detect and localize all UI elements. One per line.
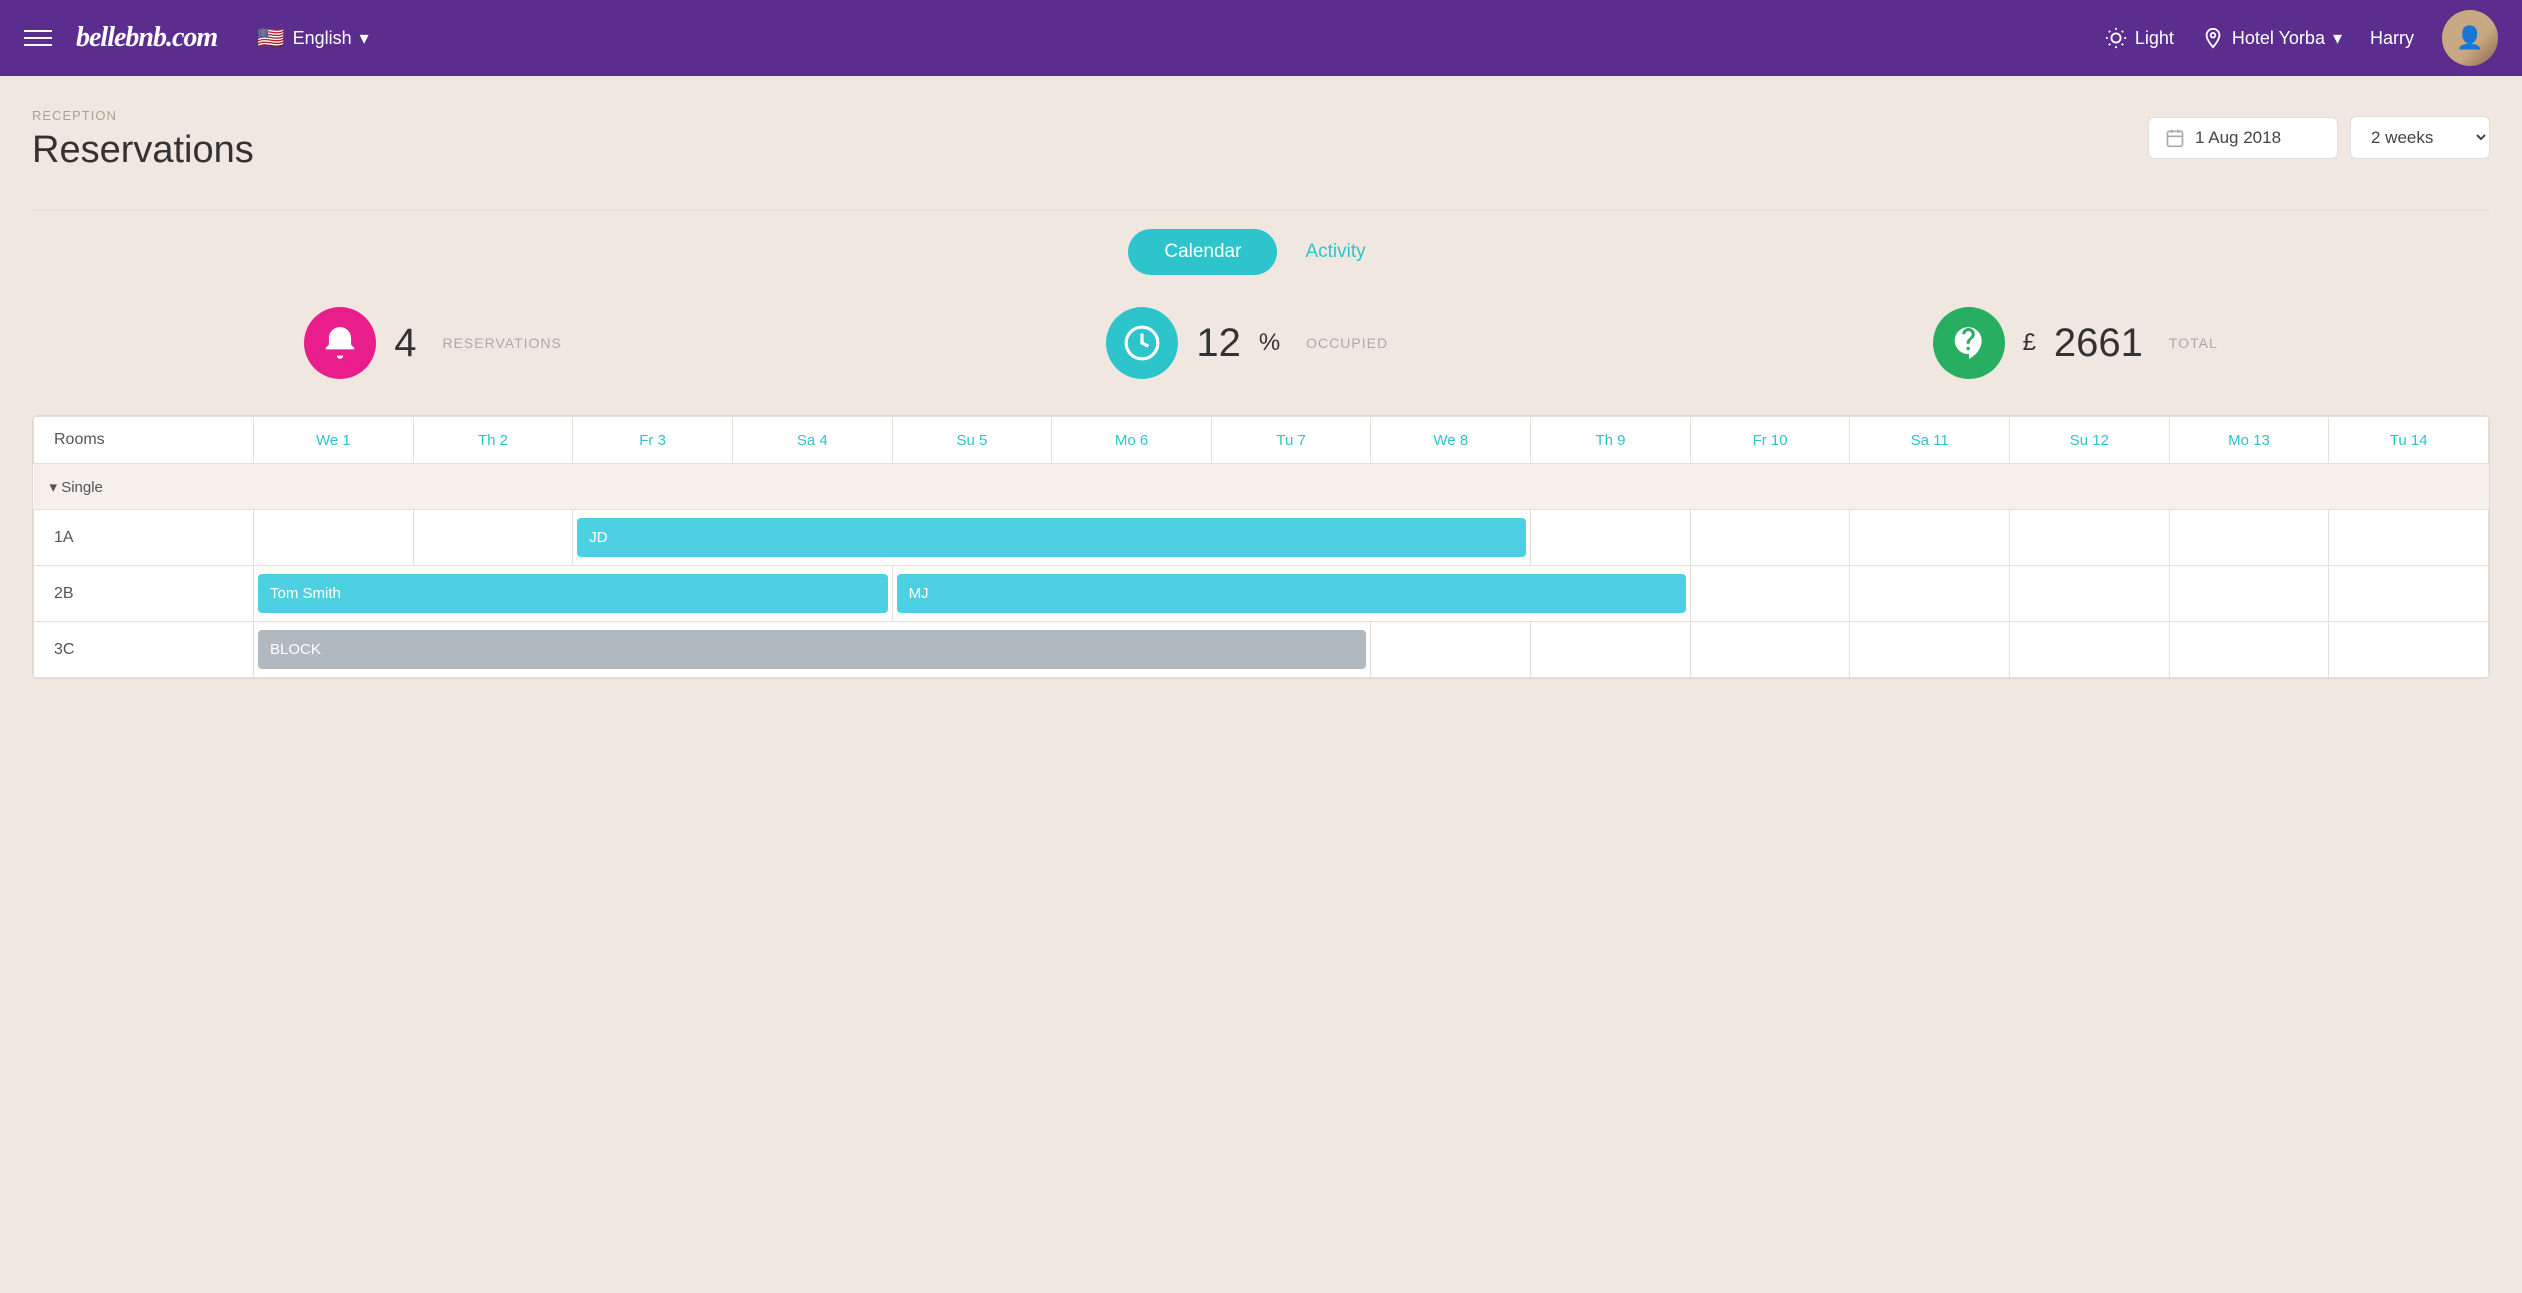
header: bellebnb.com 🇺🇸 English ▾ Light Hotel Yo… bbox=[0, 0, 2522, 76]
cell-1a-10[interactable] bbox=[1850, 510, 2010, 566]
room-name-1a: 1A bbox=[34, 510, 254, 566]
occupied-unit: % bbox=[1259, 329, 1280, 357]
tab-calendar[interactable]: Calendar bbox=[1128, 229, 1277, 275]
total-value: 2661 bbox=[2054, 321, 2143, 366]
reservations-icon bbox=[304, 307, 376, 379]
cell-1a-12[interactable] bbox=[2169, 510, 2329, 566]
calendar-table: Rooms We 1 Th 2 Fr 3 Sa 4 Su 5 Mo 6 Tu 7… bbox=[32, 415, 2490, 679]
day-header-6: Tu 7 bbox=[1211, 417, 1371, 464]
day-header-11: Su 12 bbox=[2010, 417, 2170, 464]
user-name: Harry bbox=[2370, 28, 2414, 49]
theme-label: Light bbox=[2135, 28, 2174, 49]
tabs-row: Calendar Activity bbox=[32, 229, 2490, 275]
cell-3c-9[interactable] bbox=[1690, 622, 1850, 678]
cell-3c-13[interactable] bbox=[2329, 622, 2489, 678]
group-single: ▾ Single bbox=[34, 464, 2489, 510]
reservations-label: RESERVATIONS bbox=[442, 335, 561, 351]
theme-toggle[interactable]: Light bbox=[2105, 27, 2174, 49]
day-header-0: We 1 bbox=[254, 417, 414, 464]
flag-icon: 🇺🇸 bbox=[257, 25, 284, 51]
cell-1a-11[interactable] bbox=[2010, 510, 2170, 566]
cell-3c-8[interactable] bbox=[1531, 622, 1691, 678]
stat-total: £ 2661 TOTAL bbox=[1933, 307, 2218, 379]
group-label: ▾ Single bbox=[34, 464, 2489, 510]
day-header-4: Su 5 bbox=[892, 417, 1052, 464]
header-right: Light Hotel Yorba ▾ Harry 👤 bbox=[2105, 10, 2498, 66]
cell-1a-8[interactable] bbox=[1531, 510, 1691, 566]
occupied-value: 12 bbox=[1196, 321, 1241, 366]
divider bbox=[32, 210, 2490, 211]
cell-3c-11[interactable] bbox=[2010, 622, 2170, 678]
avatar[interactable]: 👤 bbox=[2442, 10, 2498, 66]
day-header-10: Sa 11 bbox=[1850, 417, 2010, 464]
table-row[interactable]: 1A JD bbox=[34, 510, 2489, 566]
total-icon bbox=[1933, 307, 2005, 379]
cell-3c-12[interactable] bbox=[2169, 622, 2329, 678]
booking-tomsmith[interactable]: Tom Smith bbox=[254, 566, 893, 622]
main-content: RECEPTION Reservations 1 Aug 2018 2 week… bbox=[0, 76, 2522, 679]
date-picker[interactable]: 1 Aug 2018 bbox=[2148, 117, 2338, 159]
day-header-13: Tu 14 bbox=[2329, 417, 2489, 464]
occupied-label: OCCUPIED bbox=[1306, 335, 1388, 351]
stat-occupied: 12 % OCCUPIED bbox=[1106, 307, 1388, 379]
cell-3c-10[interactable] bbox=[1850, 622, 2010, 678]
day-header-5: Mo 6 bbox=[1052, 417, 1212, 464]
cell-1a-13[interactable] bbox=[2329, 510, 2489, 566]
booking-block[interactable]: BLOCK bbox=[254, 622, 1371, 678]
cell-2b-12[interactable] bbox=[2169, 566, 2329, 622]
room-name-3c: 3C bbox=[34, 622, 254, 678]
total-currency: £ bbox=[2023, 329, 2036, 357]
hotel-label: Hotel Yorba bbox=[2232, 28, 2325, 49]
date-value: 1 Aug 2018 bbox=[2195, 128, 2281, 148]
sun-icon bbox=[2105, 27, 2127, 49]
tab-activity[interactable]: Activity bbox=[1277, 229, 1393, 275]
booking-jd[interactable]: JD bbox=[573, 510, 1531, 566]
language-label: English bbox=[293, 28, 352, 49]
logo[interactable]: bellebnb.com bbox=[76, 22, 217, 54]
day-header-7: We 8 bbox=[1371, 417, 1531, 464]
table-header-row: Rooms We 1 Th 2 Fr 3 Sa 4 Su 5 Mo 6 Tu 7… bbox=[34, 417, 2489, 464]
booking-mj[interactable]: MJ bbox=[892, 566, 1690, 622]
total-label: TOTAL bbox=[2169, 335, 2218, 351]
chevron-down-icon: ▾ bbox=[360, 28, 369, 49]
title-row: RECEPTION Reservations 1 Aug 2018 2 week… bbox=[32, 108, 2490, 192]
bell-icon bbox=[321, 324, 359, 362]
cell-1a-0[interactable] bbox=[254, 510, 414, 566]
cell-1a-1[interactable] bbox=[413, 510, 573, 566]
cell-2b-9[interactable] bbox=[1690, 566, 1850, 622]
reservations-table: Rooms We 1 Th 2 Fr 3 Sa 4 Su 5 Mo 6 Tu 7… bbox=[33, 416, 2489, 678]
room-name-2b: 2B bbox=[34, 566, 254, 622]
chevron-down-icon: ▾ bbox=[2333, 28, 2342, 49]
breadcrumb: RECEPTION bbox=[32, 108, 254, 123]
menu-icon[interactable] bbox=[24, 30, 52, 46]
table-row[interactable]: 2B Tom Smith MJ bbox=[34, 566, 2489, 622]
money-icon bbox=[1950, 324, 1988, 362]
table-row[interactable]: 3C BLOCK bbox=[34, 622, 2489, 678]
occupied-icon bbox=[1106, 307, 1178, 379]
cell-2b-10[interactable] bbox=[1850, 566, 2010, 622]
reservations-value: 4 bbox=[394, 321, 416, 366]
period-select[interactable]: 2 weeks 1 week 1 month bbox=[2350, 116, 2490, 159]
day-header-8: Th 9 bbox=[1531, 417, 1691, 464]
day-header-9: Fr 10 bbox=[1690, 417, 1850, 464]
cell-2b-13[interactable] bbox=[2329, 566, 2489, 622]
location-icon bbox=[2202, 27, 2224, 49]
page-title: Reservations bbox=[32, 129, 254, 172]
hotel-selector[interactable]: Hotel Yorba ▾ bbox=[2202, 27, 2342, 49]
avatar-image: 👤 bbox=[2442, 10, 2498, 66]
rooms-header: Rooms bbox=[34, 417, 254, 464]
day-header-1: Th 2 bbox=[413, 417, 573, 464]
day-header-12: Mo 13 bbox=[2169, 417, 2329, 464]
cell-2b-11[interactable] bbox=[2010, 566, 2170, 622]
calendar-icon bbox=[2165, 128, 2185, 148]
title-controls: 1 Aug 2018 2 weeks 1 week 1 month bbox=[2148, 116, 2490, 159]
day-header-3: Sa 4 bbox=[732, 417, 892, 464]
stats-row: 4 RESERVATIONS 12 % OCCUPIED £ 2661 TOTA… bbox=[32, 307, 2490, 379]
stat-reservations: 4 RESERVATIONS bbox=[304, 307, 562, 379]
clock-icon bbox=[1123, 324, 1161, 362]
cell-3c-7[interactable] bbox=[1371, 622, 1531, 678]
cell-1a-9[interactable] bbox=[1690, 510, 1850, 566]
day-header-2: Fr 3 bbox=[573, 417, 733, 464]
language-selector[interactable]: 🇺🇸 English ▾ bbox=[257, 25, 369, 51]
